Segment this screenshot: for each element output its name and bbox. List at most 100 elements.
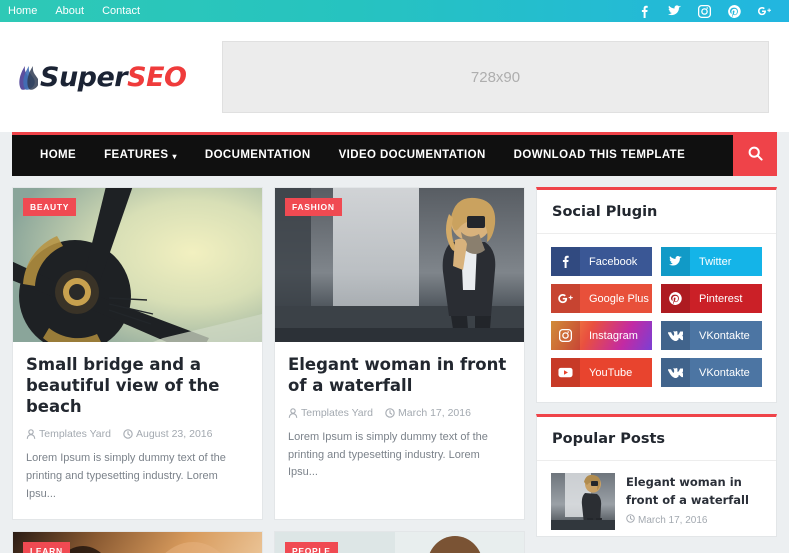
post-date: March 17, 2016 <box>385 407 471 419</box>
social-button-vkontakte[interactable]: VKontakte <box>661 358 762 387</box>
social-plugin-widget: Social Plugin Facebook Twitter Google Pl… <box>536 187 777 403</box>
popular-post-date-text: March 17, 2016 <box>638 514 708 526</box>
pinterest-icon[interactable] <box>728 4 741 18</box>
social-plugin-title: Social Plugin <box>537 190 776 234</box>
facebook-icon[interactable] <box>638 5 651 18</box>
post-title[interactable]: Small bridge and a beautiful view of the… <box>26 354 249 417</box>
post-date: August 23, 2016 <box>123 428 212 440</box>
nav-item-video-documentation-label: VIDEO DOCUMENTATION <box>338 149 486 161</box>
popular-post-content: Elegant woman in front of a waterfall Ma… <box>626 473 762 530</box>
post-date-text: August 23, 2016 <box>135 428 213 441</box>
post-thumbnail[interactable]: PEOPLE <box>275 532 524 553</box>
list-item[interactable]: Elegant woman in front of a waterfall Ma… <box>551 473 762 530</box>
post-excerpt: Lorem Ipsum is simply dummy text of the … <box>288 431 488 479</box>
pinterest-icon <box>661 284 690 313</box>
post-thumbnail[interactable]: LEARN <box>13 532 262 553</box>
social-button-facebook[interactable]: Facebook <box>551 247 652 276</box>
top-nav: Home About Contact <box>8 0 140 22</box>
top-nav-item-contact[interactable]: Contact <box>102 0 140 22</box>
popular-posts-title: Popular Posts <box>537 417 776 461</box>
popular-post-date: March 17, 2016 <box>626 514 708 526</box>
popular-post-title[interactable]: Elegant woman in front of a waterfall <box>626 475 749 507</box>
post-card[interactable]: FASHION Elegant woman in front of a wate… <box>274 187 525 521</box>
post-title[interactable]: Elegant woman in front of a waterfall <box>288 354 511 396</box>
clock-icon <box>626 514 635 526</box>
google-plus-icon[interactable] <box>758 5 771 18</box>
top-nav-item-home[interactable]: Home <box>8 0 37 22</box>
post-category-badge[interactable]: BEAUTY <box>23 198 77 216</box>
social-button-instagram[interactable]: Instagram <box>551 321 652 350</box>
social-button-facebook-label: Facebook <box>589 255 638 268</box>
site-header: SuperSEO 728x90 <box>0 22 789 132</box>
post-card[interactable]: LEARN <box>12 531 263 553</box>
twitter-icon[interactable] <box>668 5 681 18</box>
social-button-vkontakte-label: VKontakte <box>699 329 750 342</box>
top-social-links <box>638 4 779 18</box>
post-body: Small bridge and a beautiful view of the… <box>13 342 262 519</box>
social-button-pinterest[interactable]: Pinterest <box>661 284 762 313</box>
social-button-vkontakte-label: VKontakte <box>699 366 750 379</box>
instagram-icon[interactable] <box>698 4 711 18</box>
vkontakte-icon <box>661 321 690 350</box>
post-thumbnail[interactable]: BEAUTY <box>13 188 262 342</box>
clock-icon <box>123 429 133 440</box>
ad-banner-label: 728x90 <box>470 68 521 86</box>
nav-item-home-label: HOME <box>40 149 77 161</box>
post-meta: Templates Yard March 17, 2016 <box>288 407 511 419</box>
post-card[interactable]: PEOPLE <box>274 531 525 553</box>
social-button-pinterest-label: Pinterest <box>699 292 743 305</box>
twitter-icon <box>661 247 690 276</box>
popular-post-thumbnail[interactable] <box>551 473 615 530</box>
post-category-badge[interactable]: FASHION <box>285 198 342 216</box>
post-author: Templates Yard <box>26 428 111 440</box>
top-bar: Home About Contact <box>0 0 789 22</box>
nav-item-documentation-label: DOCUMENTATION <box>204 149 311 161</box>
top-nav-item-about[interactable]: About <box>55 0 84 22</box>
clock-icon <box>385 408 395 418</box>
social-button-youtube[interactable]: YouTube <box>551 358 652 387</box>
site-logo[interactable]: SuperSEO <box>14 62 214 93</box>
user-icon <box>26 429 36 440</box>
user-icon <box>288 408 298 419</box>
post-author-name: Templates Yard <box>301 407 373 420</box>
nav-item-features-label: FEATURES <box>104 149 169 161</box>
popular-posts-widget: Popular Posts Elegant woman in front of … <box>536 414 777 537</box>
google-plus-icon <box>551 284 580 313</box>
social-button-instagram-label: Instagram <box>589 329 638 342</box>
post-category-badge[interactable]: PEOPLE <box>285 542 338 553</box>
popular-posts-list: Elegant woman in front of a waterfall Ma… <box>537 461 776 536</box>
post-thumbnail[interactable]: FASHION <box>275 188 524 342</box>
nav-item-download-label: DOWNLOAD THIS TEMPLATE <box>513 149 686 161</box>
post-card[interactable]: BEAUTY Small bridge and a beautiful view… <box>12 187 263 521</box>
social-button-youtube-label: YouTube <box>589 366 633 379</box>
social-button-vkontakte[interactable]: VKontakte <box>661 321 762 350</box>
post-category-badge[interactable]: LEARN <box>23 542 70 553</box>
nav-item-documentation[interactable]: DOCUMENTATION <box>191 135 325 176</box>
content-area: BEAUTY Small bridge and a beautiful view… <box>0 176 789 553</box>
logo-text-accent: SEO <box>127 61 187 93</box>
ad-banner-placeholder[interactable]: 728x90 <box>222 41 769 113</box>
social-button-twitter[interactable]: Twitter <box>661 247 762 276</box>
nav-item-video-documentation[interactable]: VIDEO DOCUMENTATION <box>325 135 500 176</box>
youtube-icon <box>551 358 580 387</box>
social-button-google-plus-label: Google Plus <box>589 292 649 305</box>
site-logo-text: SuperSEO <box>40 61 187 93</box>
post-author-name: Templates Yard <box>39 428 111 441</box>
social-button-google-plus[interactable]: Google Plus <box>551 284 652 313</box>
chevron-down-icon: ▾ <box>172 152 177 161</box>
post-author: Templates Yard <box>288 407 373 419</box>
social-button-twitter-label: Twitter <box>699 255 732 268</box>
social-buttons-grid: Facebook Twitter Google Plus Pinterest I <box>537 234 776 402</box>
flame-logo-icon <box>16 63 39 91</box>
search-icon <box>748 146 763 166</box>
post-excerpt: Lorem Ipsum is simply dummy text of the … <box>26 452 226 500</box>
search-button[interactable] <box>733 135 777 176</box>
main-nav-wrapper: HOME FEATURES ▾ DOCUMENTATION VIDEO DOCUM… <box>0 132 789 176</box>
nav-item-features[interactable]: FEATURES ▾ <box>90 135 191 176</box>
post-body: Elegant woman in front of a waterfall Te… <box>275 342 524 498</box>
nav-item-download-this-template[interactable]: DOWNLOAD THIS TEMPLATE <box>500 135 700 176</box>
nav-item-home[interactable]: HOME <box>26 135 90 176</box>
main-nav: HOME FEATURES ▾ DOCUMENTATION VIDEO DOCUM… <box>12 132 777 176</box>
post-date-text: March 17, 2016 <box>397 407 471 420</box>
instagram-icon <box>551 321 580 350</box>
